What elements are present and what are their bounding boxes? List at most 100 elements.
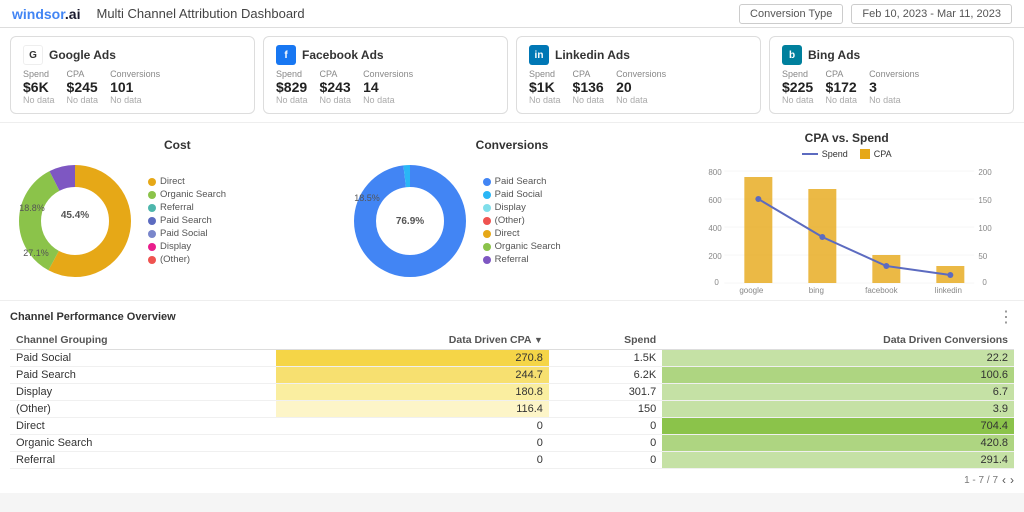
svg-text:800: 800 xyxy=(709,168,723,177)
col-spend: Spend xyxy=(549,331,662,350)
conversions-cell: 22.2 xyxy=(662,350,1014,367)
svg-text:76.9%: 76.9% xyxy=(395,216,423,227)
svg-text:facebook: facebook xyxy=(865,286,898,295)
conv-legend-item: Referral xyxy=(483,254,561,265)
spend-cell: 0 xyxy=(549,418,662,435)
svg-text:google: google xyxy=(740,286,765,295)
google-icon: G xyxy=(23,45,43,65)
table-title: Channel Performance Overview xyxy=(10,311,176,323)
conversions-cell: 3.9 xyxy=(662,401,1014,418)
spend-cell: 301.7 xyxy=(549,384,662,401)
svg-text:50: 50 xyxy=(979,252,988,261)
table-row: Paid Search 244.7 6.2K 100.6 xyxy=(10,367,1014,384)
conv-legend-item: Organic Search xyxy=(483,241,561,252)
svg-text:100: 100 xyxy=(979,224,993,233)
metric-cpa: CPA $136 No data xyxy=(573,69,605,105)
svg-text:150: 150 xyxy=(979,196,993,205)
svg-text:200: 200 xyxy=(709,252,723,261)
channel-cell: Referral xyxy=(10,452,276,469)
card-name: Facebook Ads xyxy=(302,48,384,62)
card-linkedin: in Linkedin Ads Spend $1K No data CPA $1… xyxy=(516,36,761,114)
metric-cpa: CPA $172 No data xyxy=(826,69,858,105)
channel-cell: Organic Search xyxy=(10,435,276,452)
metric-spend: Spend $1K No data xyxy=(529,69,561,105)
channel-cell: Direct xyxy=(10,418,276,435)
conversions-donut: 76.9% 18.5% xyxy=(345,156,475,286)
metric-spend: Spend $225 No data xyxy=(782,69,814,105)
table-menu-icon[interactable]: ⋮ xyxy=(998,307,1014,327)
cpa-legend-item: CPA xyxy=(860,149,892,159)
conversion-type-dropdown[interactable]: Conversion Type xyxy=(739,4,843,24)
cpa-chart-panel: CPA vs. Spend Spend CPA 800 600 400 200 … xyxy=(679,131,1014,292)
metric-conversions: Conversions 3 No data xyxy=(869,69,919,105)
cpa-cell: 0 xyxy=(276,435,549,452)
col-conversions: Data Driven Conversions xyxy=(662,331,1014,350)
performance-table: Channel Grouping Data Driven CPA ▼ Spend… xyxy=(10,331,1014,469)
cpa-cell: 244.7 xyxy=(276,367,549,384)
col-channel: Channel Grouping xyxy=(10,331,276,350)
table-row: (Other) 116.4 150 3.9 xyxy=(10,401,1014,418)
spend-cell: 6.2K xyxy=(549,367,662,384)
cpa-cell: 116.4 xyxy=(276,401,549,418)
cpa-cell: 0 xyxy=(276,452,549,469)
channel-cell: (Other) xyxy=(10,401,276,418)
metric-cpa: CPA $243 No data xyxy=(320,69,352,105)
svg-text:0: 0 xyxy=(983,278,988,287)
table-row: Display 180.8 301.7 6.7 xyxy=(10,384,1014,401)
conversions-chart-title: Conversions xyxy=(345,138,680,152)
pagination-prev[interactable]: ‹ xyxy=(1002,473,1006,487)
spend-cell: 1.5K xyxy=(549,350,662,367)
cpa-chart-title: CPA vs. Spend xyxy=(679,131,1014,145)
svg-text:0: 0 xyxy=(715,278,720,287)
conversions-cell: 100.6 xyxy=(662,367,1014,384)
col-cpa: Data Driven CPA ▼ xyxy=(276,331,549,350)
conv-legend-item: Display xyxy=(483,202,561,213)
metric-conversions: Conversions 20 No data xyxy=(616,69,666,105)
conversions-cell: 420.8 xyxy=(662,435,1014,452)
channel-cell: Paid Social xyxy=(10,350,276,367)
cpa-svg: 800 600 400 200 0 200 150 100 50 0 xyxy=(679,163,1014,298)
cost-legend-item: Direct xyxy=(148,176,226,187)
linkedin-icon: in xyxy=(529,45,549,65)
conversions-cell: 6.7 xyxy=(662,384,1014,401)
conv-legend-item: Direct xyxy=(483,228,561,239)
spend-cell: 150 xyxy=(549,401,662,418)
svg-text:45.4%: 45.4% xyxy=(61,210,89,221)
svg-text:18.5%: 18.5% xyxy=(354,193,380,203)
metric-spend: Spend $6K No data xyxy=(23,69,55,105)
bing-icon: b xyxy=(782,45,802,65)
date-range-dropdown[interactable]: Feb 10, 2023 - Mar 11, 2023 xyxy=(851,4,1012,24)
metric-spend: Spend $829 No data xyxy=(276,69,308,105)
svg-text:18.8%: 18.8% xyxy=(19,203,45,213)
table-row: Referral 0 0 291.4 xyxy=(10,452,1014,469)
table-row: Direct 0 0 704.4 xyxy=(10,418,1014,435)
card-name: Linkedin Ads xyxy=(555,48,630,62)
cost-legend-item: Paid Search xyxy=(148,215,226,226)
conv-legend-item: Paid Search xyxy=(483,176,561,187)
cpa-legend: Spend CPA xyxy=(679,149,1014,159)
cost-donut: 45.4% 27.1% 18.8% xyxy=(10,156,140,286)
page-title: Multi Channel Attribution Dashboard xyxy=(96,6,304,21)
pagination-info: 1 - 7 / 7 xyxy=(964,475,998,486)
cost-legend: DirectOrganic SearchReferralPaid SearchP… xyxy=(148,176,226,265)
svg-text:linkedin: linkedin xyxy=(935,286,962,295)
header: windsor.ai Multi Channel Attribution Das… xyxy=(0,0,1024,28)
pagination-next[interactable]: › xyxy=(1010,473,1014,487)
table-section: Channel Performance Overview ⋮ Channel G… xyxy=(0,301,1024,493)
metric-cpa: CPA $245 No data xyxy=(67,69,99,105)
card-bing: b Bing Ads Spend $225 No data CPA $172 N… xyxy=(769,36,1014,114)
header-controls: Conversion Type Feb 10, 2023 - Mar 11, 2… xyxy=(739,4,1012,24)
cpa-cell: 180.8 xyxy=(276,384,549,401)
conversions-legend: Paid SearchPaid SocialDisplay(Other)Dire… xyxy=(483,176,561,265)
cost-chart-title: Cost xyxy=(10,138,345,152)
cost-legend-item: Referral xyxy=(148,202,226,213)
card-google: G Google Ads Spend $6K No data CPA $245 … xyxy=(10,36,255,114)
cost-legend-item: Paid Social xyxy=(148,228,226,239)
sort-arrow[interactable]: ▼ xyxy=(534,335,543,345)
metric-conversions: Conversions 101 No data xyxy=(110,69,160,105)
conv-legend-item: (Other) xyxy=(483,215,561,226)
conversions-cell: 291.4 xyxy=(662,452,1014,469)
svg-text:200: 200 xyxy=(979,168,993,177)
table-row: Organic Search 0 0 420.8 xyxy=(10,435,1014,452)
table-pagination: 1 - 7 / 7 ‹ › xyxy=(10,469,1014,487)
